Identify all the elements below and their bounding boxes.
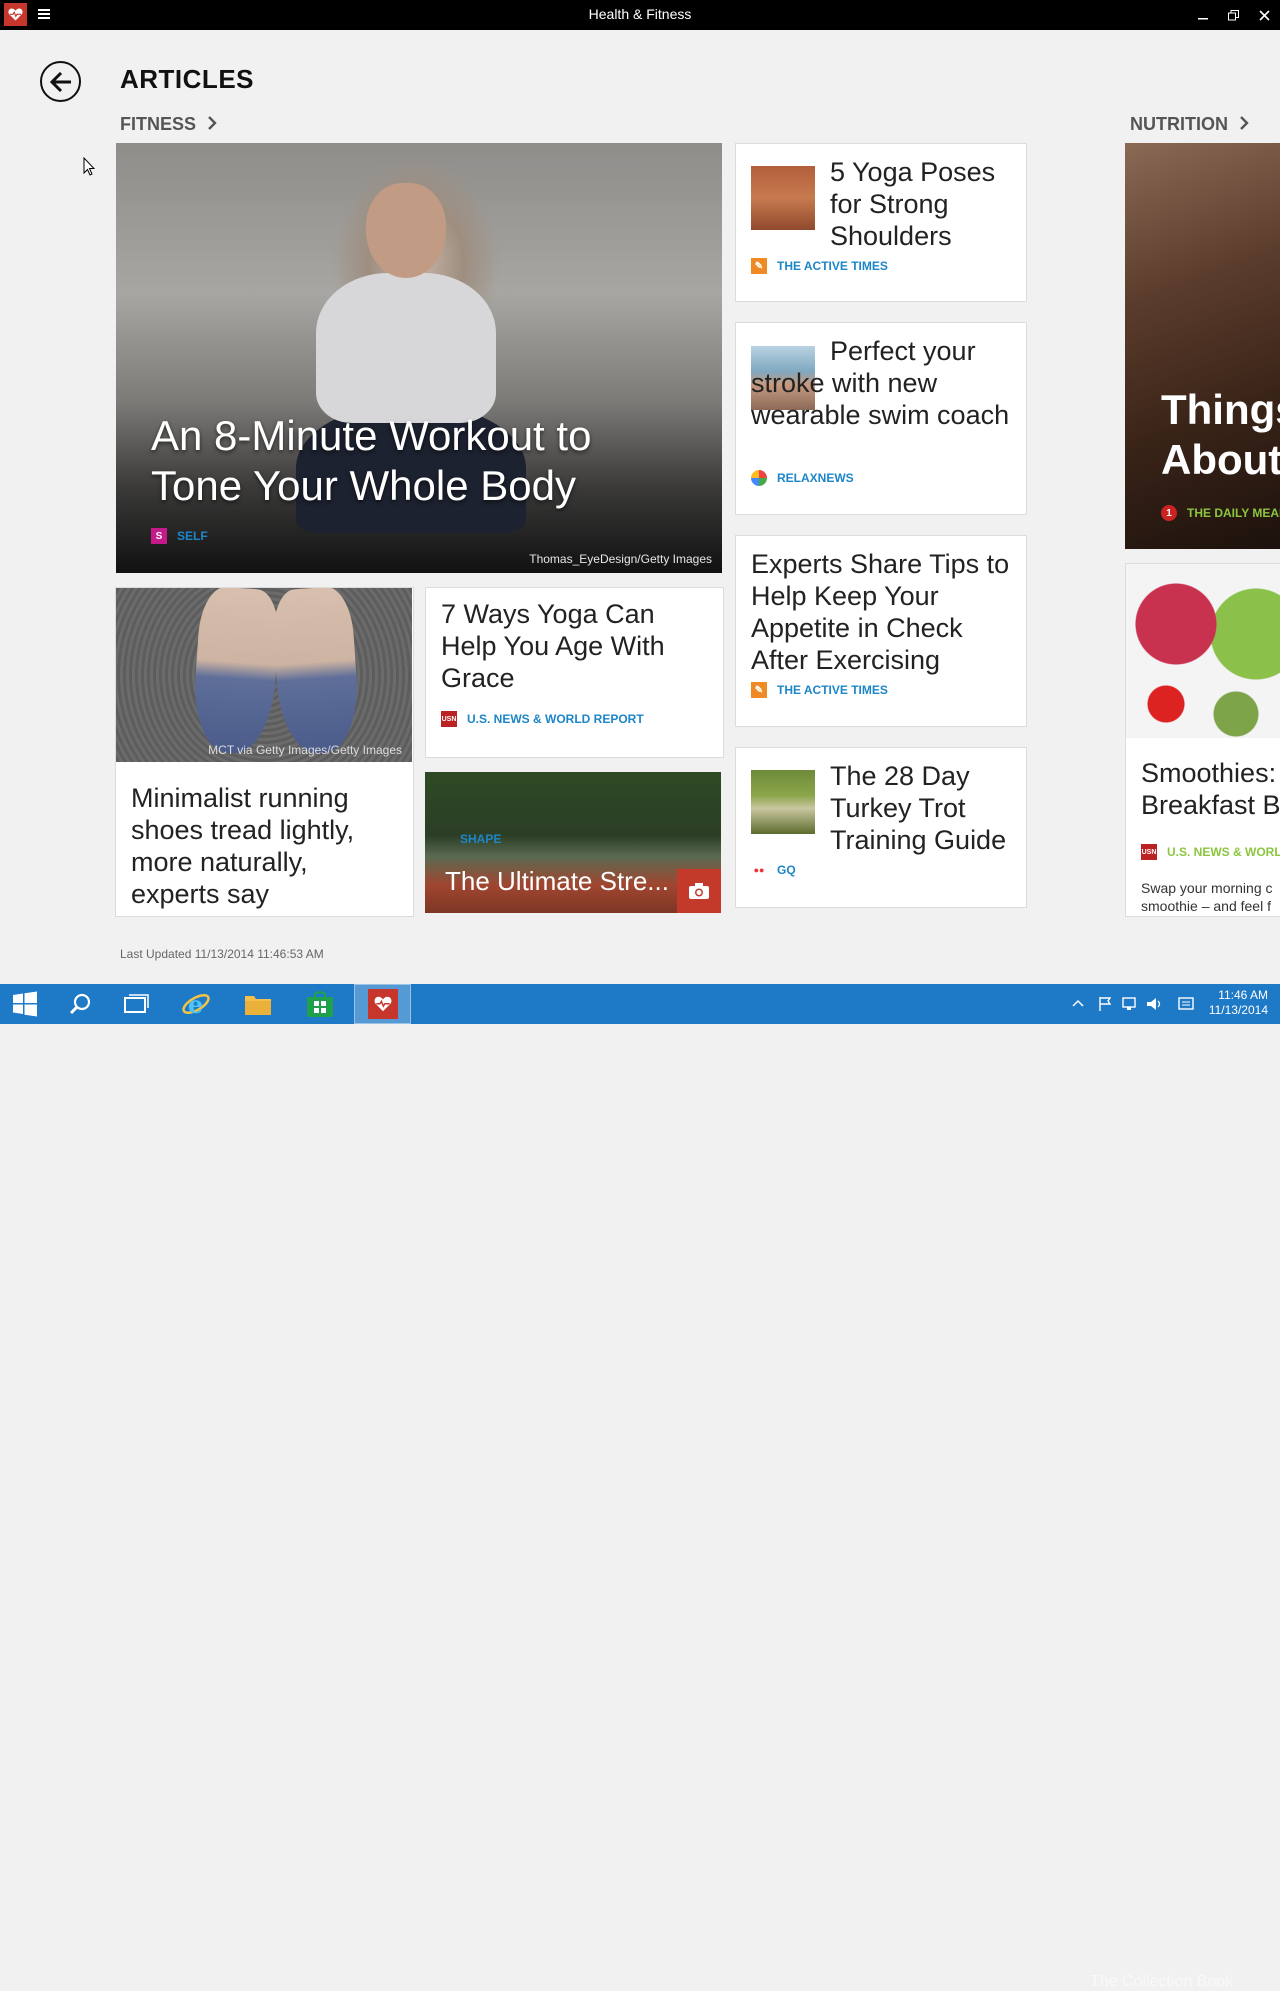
article-title: Minimalist running shoes tread lightly, …	[131, 783, 355, 909]
photo-gallery-button[interactable]	[677, 869, 721, 913]
hero-article-card[interactable]: An 8-Minute Workout to Tone Your Whole B…	[116, 143, 722, 573]
article-photo	[1126, 564, 1280, 738]
article-title: Smoothies: Breakfast Be	[1141, 758, 1280, 820]
close-icon	[1259, 9, 1270, 21]
section-fitness-label: FITNESS	[120, 114, 197, 134]
source-label: THE DAILY MEAL	[1187, 506, 1280, 520]
article-source: 1 THE DAILY MEAL	[1161, 505, 1280, 521]
clock-time: 11:46 AM	[1218, 988, 1268, 1002]
taskbar: e The Collection Book 11:46 AM 11/13/201…	[0, 984, 1280, 1990]
camera-icon	[689, 883, 709, 899]
relaxnews-logo-icon	[751, 470, 767, 486]
photo-credit: Thomas_EyeDesign/Getty Images	[529, 552, 712, 566]
store-icon	[307, 991, 333, 1017]
clock[interactable]: 11:46 AM 11/13/2014	[1209, 988, 1268, 1018]
gq-logo-icon: ●●	[753, 865, 765, 875]
hero-article-source: S SELF	[151, 528, 208, 544]
task-view-icon	[124, 994, 149, 1013]
active-times-logo-icon: ✎	[751, 682, 767, 698]
page-title: ARTICLES	[120, 64, 254, 94]
clock-date: 11/13/2014	[1208, 1003, 1268, 1017]
flag-icon[interactable]	[1098, 996, 1112, 1012]
article-title: The 28 Day Turkey Trot Training Guide	[830, 761, 1007, 855]
window-title: Health & Fitness	[588, 6, 692, 22]
article-title: The Ultimate Stre...	[445, 866, 669, 896]
source-label: U.S. NEWS & WORLD REPORT	[467, 712, 644, 726]
windows-logo-icon	[13, 991, 37, 1017]
close-button[interactable]	[1249, 0, 1280, 30]
section-nutrition-link[interactable]: NUTRITION	[1130, 114, 1249, 135]
file-explorer-button[interactable]	[230, 984, 286, 1024]
search-icon	[69, 993, 91, 1015]
article-title: Perfect your stroke with new wearable sw…	[751, 336, 1010, 430]
article-card-yoga-age[interactable]: 7 Ways Yoga Can Help You Age With Grace …	[425, 587, 724, 758]
article-snippet: Swap your morning c smoothie – and feel …	[1141, 880, 1273, 914]
source-label: THE ACTIVE TIMES	[777, 259, 888, 273]
source-label: THE ACTIVE TIMES	[777, 683, 888, 697]
restore-button[interactable]	[1218, 0, 1249, 30]
start-button[interactable]	[0, 984, 50, 1024]
volume-icon[interactable]	[1146, 996, 1164, 1012]
search-button[interactable]	[52, 984, 108, 1024]
task-view-button[interactable]	[108, 984, 164, 1024]
show-hidden-icons-icon[interactable]	[1072, 998, 1084, 1008]
article-title: Experts Share Tips to Help Keep Your App…	[751, 549, 1010, 675]
article-source: SHAPE	[460, 832, 502, 846]
title-bar: Health & Fitness	[0, 0, 1280, 30]
section-fitness-link[interactable]: FITNESS	[120, 114, 217, 135]
source-label: U.S. NEWS & WORLD	[1167, 845, 1280, 859]
internet-explorer-icon: e	[182, 990, 210, 1019]
section-nutrition-label: NUTRITION	[1130, 114, 1228, 134]
back-arrow-icon	[49, 71, 71, 92]
minimize-icon	[1197, 18, 1208, 20]
internet-explorer-button[interactable]: e	[168, 984, 224, 1024]
article-card-swim-coach[interactable]: Perfect your stroke with new wearable sw…	[735, 322, 1027, 515]
store-button[interactable]	[292, 984, 348, 1024]
last-updated-text: Last Updated 11/13/2014 11:46:53 AM	[120, 947, 324, 961]
folder-icon	[245, 996, 271, 1015]
article-photo: MCT via Getty Images/Getty Images	[116, 588, 412, 762]
photo-credit: MCT via Getty Images/Getty Images	[208, 743, 402, 757]
back-button[interactable]	[40, 61, 81, 102]
source-label: GQ	[777, 863, 796, 877]
article-card-appetite[interactable]: Experts Share Tips to Help Keep Your App…	[735, 535, 1027, 727]
article-title: 7 Ways Yoga Can Help You Age With Grace	[441, 599, 665, 693]
watermark-text: The Collection Book	[1090, 1973, 1234, 1990]
article-title: Things About	[1161, 386, 1280, 483]
mouse-cursor-icon	[83, 157, 95, 176]
hero-article-title: An 8-Minute Workout to Tone Your Whole B…	[151, 412, 592, 509]
heart-app-icon	[367, 989, 398, 1019]
article-card-yoga-poses[interactable]: 5 Yoga Poses for Strong Shoulders ✎ THE …	[735, 143, 1027, 302]
minimize-button[interactable]	[1187, 0, 1218, 30]
action-center-icon[interactable]	[1178, 997, 1194, 1011]
article-card-smoothies[interactable]: Smoothies: Breakfast Be USN U.S. NEWS & …	[1125, 563, 1280, 917]
source-label: SELF	[177, 529, 208, 543]
self-logo-icon: S	[151, 528, 167, 544]
article-thumbnail	[751, 166, 815, 230]
restore-icon	[1228, 9, 1239, 20]
daily-meal-logo-icon: 1	[1161, 505, 1177, 521]
usnews-logo-icon: USN	[441, 711, 457, 727]
article-card-minimalist-shoes[interactable]: MCT via Getty Images/Getty Images Minima…	[115, 587, 414, 917]
chevron-right-icon	[1240, 116, 1249, 130]
article-source: USN U.S. NEWS & WORLD	[1141, 844, 1280, 860]
article-source: ●● GQ	[751, 862, 796, 878]
article-title: 5 Yoga Poses for Strong Shoulders	[830, 157, 996, 251]
nutrition-hero-card[interactable]: Things About 1 THE DAILY MEAL	[1125, 143, 1280, 549]
usnews-logo-icon: USN	[1141, 844, 1157, 860]
svg-text:e: e	[188, 990, 203, 1019]
article-card-turkey-trot[interactable]: The 28 Day Turkey Trot Training Guide ●●…	[735, 747, 1027, 908]
article-thumbnail	[751, 770, 815, 834]
health-fitness-taskbar-button[interactable]	[354, 984, 411, 1024]
article-source: RELAXNEWS	[751, 470, 854, 486]
source-label: RELAXNEWS	[777, 471, 854, 485]
article-card-ultimate-stretch[interactable]: SHAPE The Ultimate Stre...	[425, 772, 721, 913]
chevron-right-icon	[208, 116, 217, 130]
article-source: ✎ THE ACTIVE TIMES	[751, 258, 888, 274]
article-source: USN U.S. NEWS & WORLD REPORT	[441, 711, 644, 727]
network-icon[interactable]	[1122, 996, 1140, 1012]
article-source: ✎ THE ACTIVE TIMES	[751, 682, 888, 698]
active-times-logo-icon: ✎	[751, 258, 767, 274]
